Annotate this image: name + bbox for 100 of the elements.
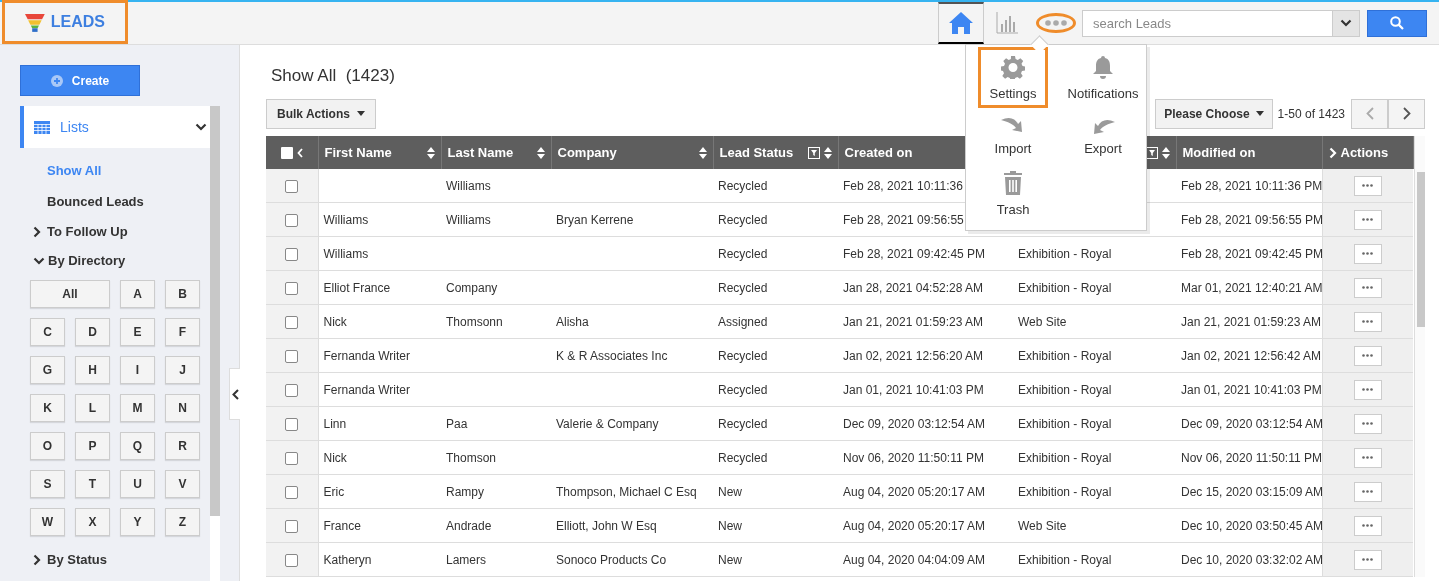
sort-icon[interactable] — [823, 146, 832, 159]
scrollbar-thumb[interactable] — [1416, 172, 1425, 327]
row-checkbox[interactable] — [285, 519, 299, 533]
row-actions-button[interactable] — [1353, 209, 1382, 230]
page-range: 1-50 of 1423 — [1277, 106, 1345, 121]
row-checkbox[interactable] — [285, 451, 299, 465]
row-checkbox[interactable] — [285, 213, 299, 227]
letter-filter-button[interactable]: O — [30, 432, 65, 460]
app-title: LEADS — [50, 13, 105, 31]
app-logo[interactable]: LEADS — [2, 0, 128, 44]
row-checkbox[interactable] — [285, 417, 299, 431]
letter-filter-button[interactable]: All — [30, 280, 110, 308]
letter-filter-button[interactable]: H — [75, 356, 110, 384]
sidebar-group[interactable]: To Follow Up — [20, 218, 210, 247]
letter-filter-button[interactable]: S — [30, 470, 65, 498]
bulk-actions-button[interactable]: Bulk Actions — [266, 98, 376, 129]
menu-item[interactable]: Notifications — [1060, 47, 1146, 108]
row-actions-button[interactable] — [1353, 243, 1382, 264]
letter-filter-button[interactable]: F — [165, 318, 200, 346]
sidebar-group[interactable]: By Directory — [20, 247, 210, 276]
table-cell: Jan 01, 2021 10:41:03 PM — [1181, 382, 1322, 397]
letter-filter-button[interactable]: V — [165, 470, 200, 498]
menu-item[interactable]: Trash — [978, 163, 1048, 224]
create-button[interactable]: Create — [20, 65, 140, 96]
letter-filter-button[interactable]: L — [75, 394, 110, 422]
row-checkbox[interactable] — [285, 383, 299, 397]
row-checkbox[interactable] — [285, 281, 299, 295]
sort-icon[interactable] — [536, 146, 545, 159]
menu-item[interactable]: Settings — [978, 47, 1048, 108]
letter-filter-button[interactable]: Q — [120, 432, 155, 460]
previous-page-button[interactable] — [1351, 98, 1388, 129]
bar-chart-icon[interactable] — [996, 12, 1018, 34]
table-cell: Exhibition - Royal — [1018, 382, 1112, 397]
menu-item[interactable]: Export — [1060, 108, 1146, 163]
row-actions-button[interactable] — [1353, 311, 1382, 332]
view-dropdown[interactable]: Please Choose — [1155, 98, 1273, 129]
letter-filter-button[interactable]: P — [75, 432, 110, 460]
row-actions-button[interactable] — [1353, 345, 1382, 366]
letter-filter-button[interactable]: C — [30, 318, 65, 346]
letter-filter-button[interactable]: I — [120, 356, 155, 384]
sort-icon[interactable] — [426, 146, 435, 159]
letter-filter-button[interactable]: M — [120, 394, 155, 422]
row-actions-button[interactable] — [1353, 515, 1382, 536]
search-input[interactable]: search Leads — [1083, 10, 1332, 36]
letter-filter-button[interactable]: T — [75, 470, 110, 498]
collapse-handle[interactable] — [229, 368, 240, 420]
sidebar-link[interactable]: Bounced Leads — [20, 187, 210, 218]
table-cell: Williams — [323, 212, 369, 227]
table-cell: Web Site — [1018, 518, 1067, 533]
lists-panel[interactable]: Lists — [20, 106, 210, 148]
letter-filter-button[interactable]: W — [30, 508, 65, 536]
row-checkbox[interactable] — [285, 553, 299, 567]
table-cell: Jan 28, 2021 04:52:28 AM — [843, 280, 984, 295]
column-header[interactable]: Created on — [844, 145, 913, 160]
letter-filter-button[interactable]: U — [120, 470, 155, 498]
menu-item[interactable]: Import — [978, 108, 1048, 163]
row-checkbox[interactable] — [285, 485, 299, 499]
search-button[interactable] — [1367, 9, 1427, 37]
letter-filter-button[interactable]: E — [120, 318, 155, 346]
select-all-checkbox[interactable] — [280, 146, 293, 159]
table-cell: Exhibition - Royal — [1018, 348, 1112, 363]
row-checkbox[interactable] — [285, 179, 299, 193]
chevron-left-icon[interactable] — [296, 147, 303, 158]
column-header[interactable]: Company — [557, 145, 617, 160]
letter-filter-button[interactable]: G — [30, 356, 65, 384]
row-actions-button[interactable] — [1353, 175, 1382, 196]
scrollbar-thumb[interactable] — [210, 106, 220, 516]
more-button[interactable] — [1036, 13, 1076, 33]
home-button[interactable] — [938, 2, 984, 44]
row-actions-button[interactable] — [1353, 413, 1382, 434]
letter-filter-button[interactable]: A — [120, 280, 155, 308]
row-actions-button[interactable] — [1353, 277, 1382, 298]
row-checkbox[interactable] — [285, 315, 299, 329]
more-icon — [1362, 184, 1374, 187]
search-field[interactable]: search Leads — [1082, 9, 1360, 37]
next-page-button[interactable] — [1388, 98, 1425, 129]
letter-filter-button[interactable]: Z — [165, 508, 200, 536]
letter-filter-button[interactable]: Y — [120, 508, 155, 536]
table-cell: Andrade — [446, 518, 492, 533]
table-cell: Rampy — [446, 484, 484, 499]
filter-icon[interactable] — [1145, 146, 1158, 159]
row-actions-button[interactable] — [1353, 481, 1382, 502]
letter-filter-button[interactable]: R — [165, 432, 200, 460]
letter-filter-button[interactable]: N — [165, 394, 200, 422]
sort-icon[interactable] — [698, 146, 707, 159]
row-checkbox[interactable] — [285, 349, 299, 363]
sort-icon[interactable] — [1161, 146, 1170, 159]
letter-filter-button[interactable]: J — [165, 356, 200, 384]
more-icon — [1362, 354, 1374, 357]
search-dropdown-button[interactable] — [1332, 10, 1359, 36]
row-actions-button[interactable] — [1353, 379, 1382, 400]
row-actions-button[interactable] — [1353, 549, 1382, 570]
letter-filter-button[interactable]: D — [75, 318, 110, 346]
row-checkbox[interactable] — [285, 247, 299, 261]
letter-filter-button[interactable]: B — [165, 280, 200, 308]
row-actions-button[interactable] — [1353, 447, 1382, 468]
filter-icon[interactable] — [807, 146, 820, 159]
sidebar-group[interactable]: By Status — [20, 546, 210, 575]
letter-filter-button[interactable]: K — [30, 394, 65, 422]
letter-filter-button[interactable]: X — [75, 508, 110, 536]
